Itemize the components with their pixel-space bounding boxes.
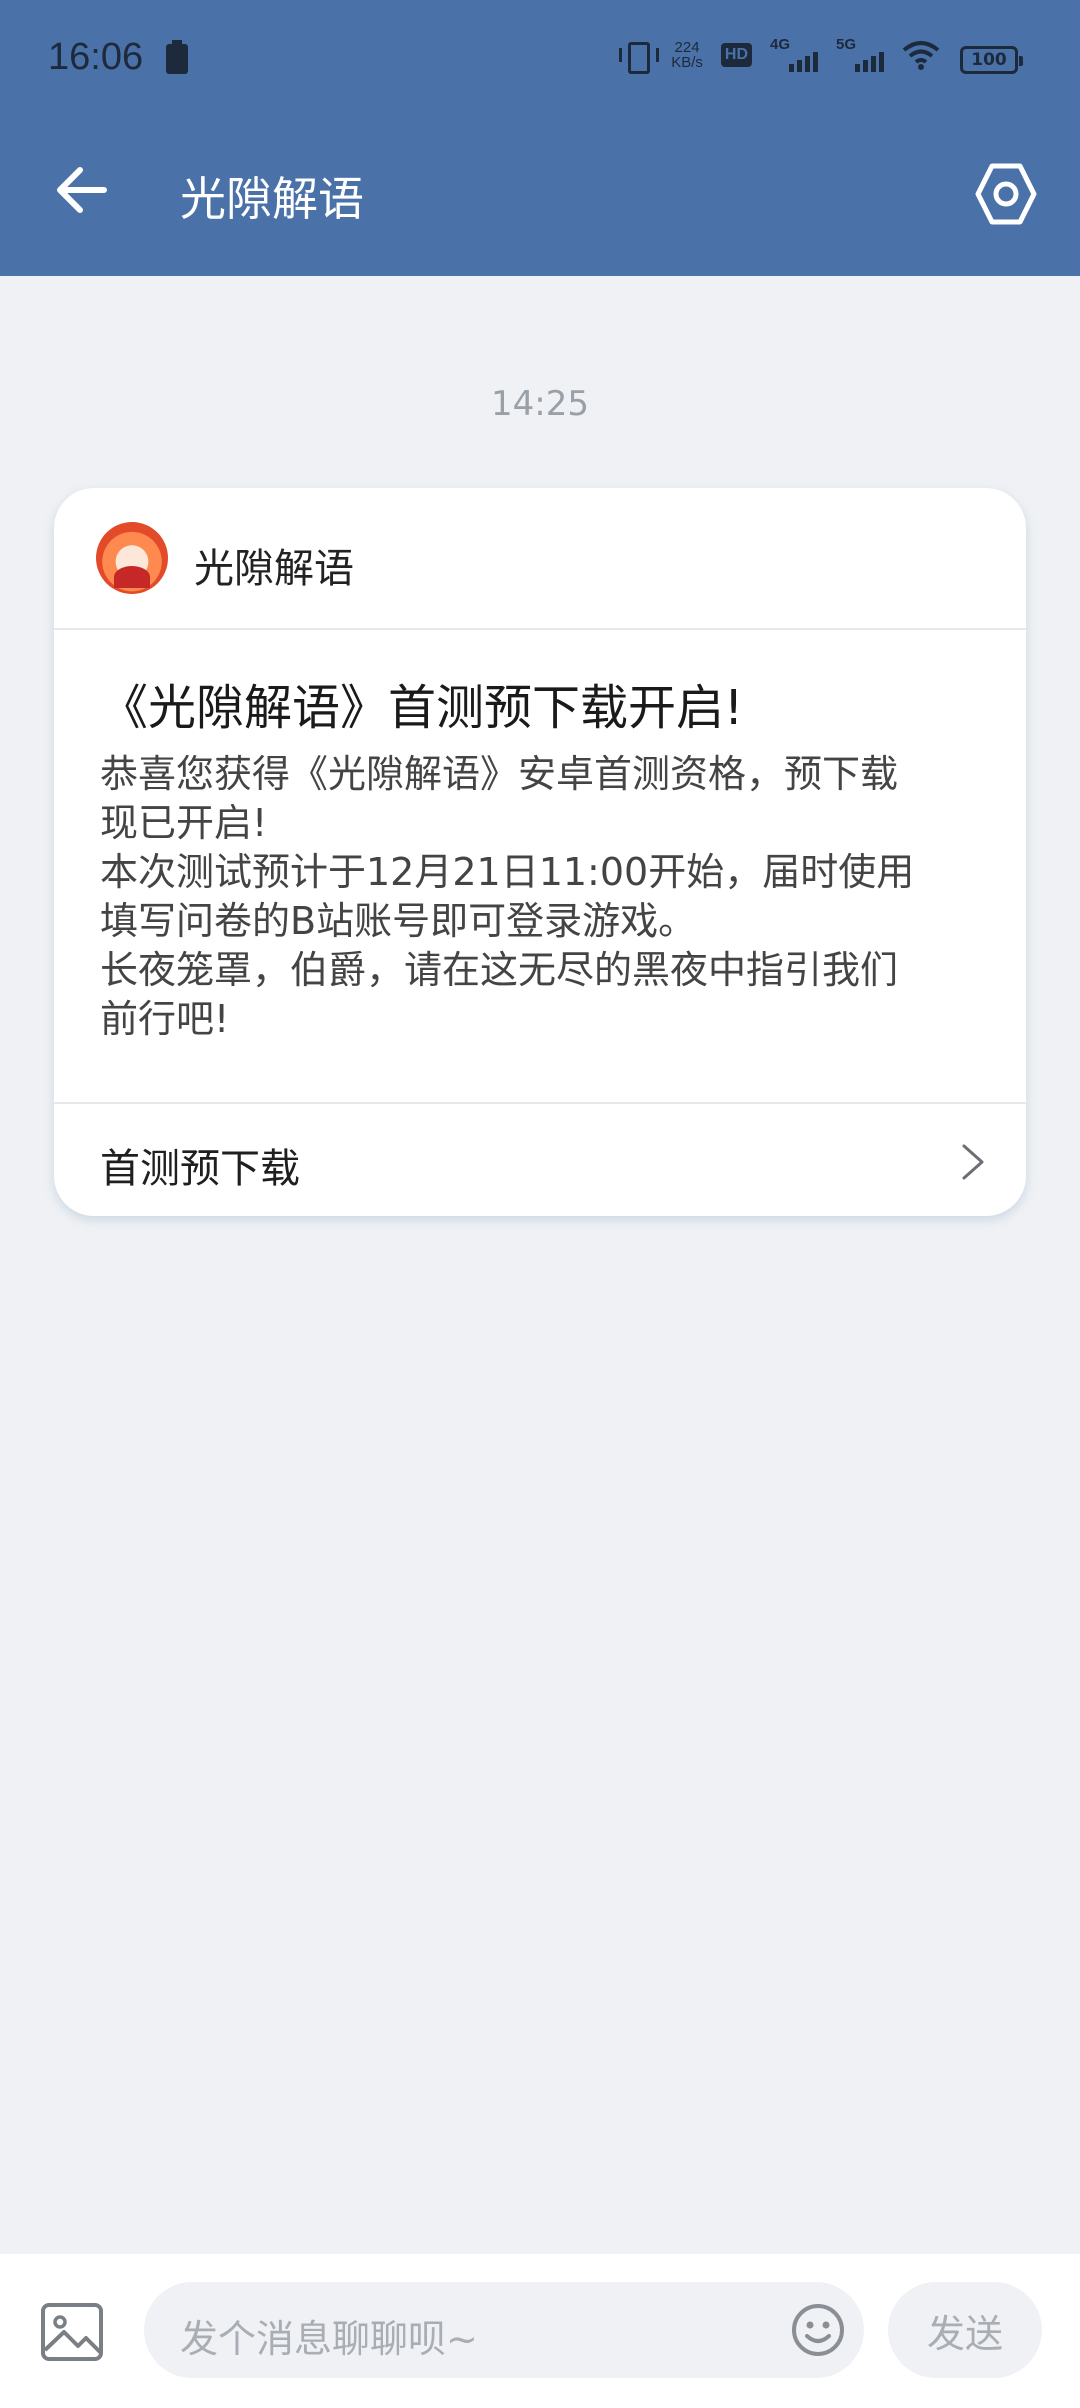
emoji-icon [792, 2304, 844, 2356]
message-text: 恭喜您获得《光隙解语》安卓首测资格，预下载 现已开启! 本次测试预计于12月21… [100, 750, 990, 1044]
message-line: 长夜笼罩，伯爵，请在这无尽的黑夜中指引我们 [100, 948, 899, 992]
message-line: 本次测试预计于12月21日11:00开始，届时使用 [100, 850, 915, 894]
image-button[interactable] [40, 2302, 104, 2362]
message-line: 恭喜您获得《光隙解语》安卓首测资格，预下载 [100, 752, 899, 796]
page-title: 光隙解语 [180, 172, 364, 226]
card-header: 光隙解语 [54, 488, 1026, 630]
message-line: 填写问卷的B站账号即可登录游戏。 [100, 899, 697, 943]
signal-4g-icon: 4G [770, 36, 818, 72]
status-icons: 224 KB/s HD 4G 5G [619, 36, 940, 74]
settings-button[interactable] [972, 160, 1040, 228]
predownload-label: 首测预下载 [100, 1146, 300, 1192]
message-title: 《光隙解语》首测预下载开启! [100, 680, 744, 736]
app-header: 16:06 224 KB/s HD 4G 5G 100 光隙解语 [0, 0, 1080, 276]
back-button[interactable] [52, 160, 112, 220]
settings-icon [975, 163, 1037, 225]
message-card: 光隙解语 《光隙解语》首测预下载开启! 恭喜您获得《光隙解语》安卓首测资格，预下… [54, 488, 1026, 1216]
network-speed: 224 KB/s [671, 39, 703, 71]
message-input-placeholder: 发个消息聊聊呗~ [180, 2317, 478, 2361]
input-bar: 发个消息聊聊呗~ 发送 [0, 2254, 1080, 2408]
battery-icon: 100 [960, 46, 1023, 74]
send-button[interactable]: 发送 [888, 2282, 1042, 2378]
chevron-right-icon [962, 1144, 984, 1180]
status-bar: 16:06 224 KB/s HD 4G 5G 100 [0, 0, 1080, 120]
vibrate-icon [619, 40, 660, 74]
signal-5g-icon: 5G [836, 36, 884, 72]
predownload-link[interactable]: 首测预下载 [54, 1102, 1026, 1216]
avatar[interactable] [96, 522, 168, 594]
card-body: 《光隙解语》首测预下载开启! 恭喜您获得《光隙解语》安卓首测资格，预下载 现已开… [100, 678, 990, 1044]
status-time: 16:06 [48, 36, 144, 78]
message-timestamp: 14:25 [491, 384, 589, 424]
wifi-icon [902, 40, 940, 70]
notification-icon [166, 40, 188, 74]
emoji-button[interactable] [790, 2302, 846, 2358]
message-line: 现已开启! [100, 801, 268, 845]
hd-icon: HD [720, 43, 752, 67]
sender-name: 光隙解语 [194, 546, 354, 592]
message-line: 前行吧! [100, 997, 230, 1041]
arrow-left-icon [57, 167, 107, 213]
image-icon [41, 2303, 103, 2361]
message-input[interactable]: 发个消息聊聊呗~ [144, 2282, 864, 2378]
